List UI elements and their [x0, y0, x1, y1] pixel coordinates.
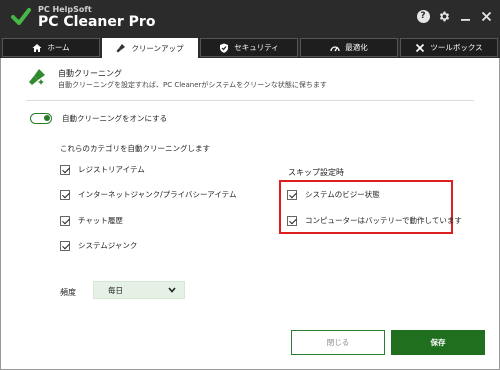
checkbox-internet-junk-label: インターネットジャンク/プライバシーアイテム: [78, 190, 237, 199]
tab-cleanup-label: クリーンアップ: [131, 43, 184, 53]
checkbox-system-junk[interactable]: [60, 240, 70, 251]
tab-bar: ホーム クリーンアップ セキュリティ 最適化 ツールボックス: [0, 36, 500, 58]
tab-toolbox[interactable]: ツールボックス: [400, 38, 498, 57]
frequency-label: 頻度: [60, 288, 76, 297]
checkbox-system-junk-label: システムジャンク: [78, 241, 138, 250]
home-icon: [32, 43, 42, 52]
checkbox-system-busy-label: システムのビジー状態: [305, 190, 380, 199]
tools-icon: [416, 43, 425, 52]
shield-icon: [220, 43, 229, 53]
close-button[interactable]: 閉じる: [291, 330, 385, 355]
section-description: 自動クリーニングを設定すれば、PC Cleanerがシステムをクリーンな状態に保…: [58, 81, 327, 89]
tab-toolbox-label: ツールボックス: [430, 43, 483, 52]
auto-clean-toggle[interactable]: [30, 113, 52, 124]
brand-subtitle: PC HelpSoft: [38, 5, 92, 14]
close-icon[interactable]: [478, 8, 494, 24]
tab-security[interactable]: セキュリティ: [200, 38, 298, 57]
checkbox-internet-junk[interactable]: [60, 189, 70, 200]
checkbox-chat-history-label: チャット履歴: [78, 216, 123, 225]
tab-home-label: ホーム: [47, 43, 70, 52]
checkbox-on-battery-label: コンピューターはバッテリーで動作しています: [305, 216, 462, 225]
help-icon[interactable]: ?: [415, 8, 431, 24]
tab-optimize[interactable]: 最適化: [300, 38, 398, 57]
section-title: 自動クリーニング: [58, 69, 122, 78]
speedometer-icon: [330, 45, 340, 51]
checkbox-chat-history[interactable]: [60, 215, 70, 226]
gear-icon[interactable]: [436, 8, 452, 24]
tab-security-label: セキュリティ: [234, 43, 279, 52]
tab-cleanup[interactable]: クリーンアップ: [102, 38, 198, 58]
checkbox-registry-label: レジストリアイテム: [78, 165, 145, 174]
pc-cleaner-logo-icon: [11, 8, 31, 25]
title-bar: PC HelpSoft PC Cleaner Pro ?: [0, 0, 500, 36]
auto-clean-toggle-label: 自動クリーニングをオンにする: [62, 114, 168, 123]
frequency-value: 毎日: [108, 285, 123, 295]
checkbox-registry[interactable]: [60, 164, 70, 175]
frequency-select[interactable]: 毎日: [93, 281, 185, 299]
auto-clean-icon: [29, 69, 45, 85]
checkbox-system-busy[interactable]: [287, 189, 297, 200]
tab-optimize-label: 最適化: [345, 43, 368, 52]
categories-label: これらのカテゴリを自動クリーニングします: [60, 144, 210, 153]
tab-home[interactable]: ホーム: [2, 38, 100, 57]
checkbox-on-battery[interactable]: [287, 215, 297, 226]
chevron-down-icon: [168, 287, 176, 293]
divider: [26, 100, 474, 101]
save-button[interactable]: 保存: [391, 330, 485, 355]
skip-settings-title: スキップ設定時: [288, 168, 344, 177]
broom-icon: [116, 44, 126, 53]
minimize-icon[interactable]: [457, 8, 473, 24]
app-title: PC Cleaner Pro: [38, 14, 156, 30]
